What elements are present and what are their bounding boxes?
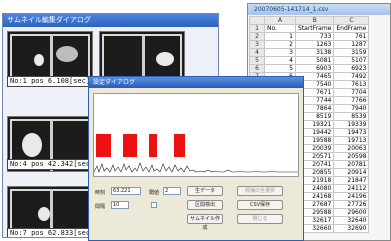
cell-c[interactable]: 5107	[333, 56, 370, 65]
column-header-a[interactable]: A	[264, 16, 296, 25]
cell-c[interactable]: 761	[333, 32, 370, 41]
header-row: 1 No. StartFrame EndFrame	[249, 24, 370, 33]
column-header-c[interactable]: C	[333, 16, 370, 25]
cell-b[interactable]: 1263	[294, 40, 335, 49]
mouse-silhouette	[22, 133, 42, 157]
row-number[interactable]: 1	[249, 24, 265, 33]
row-number[interactable]: 6	[249, 64, 265, 73]
corner-cell[interactable]	[249, 16, 265, 25]
cell-c[interactable]: EndFrame	[333, 24, 370, 33]
select-all-button[interactable]: 候補の全選択	[237, 186, 283, 196]
cell-c[interactable]: 6923	[333, 64, 370, 73]
row-number[interactable]: 5	[249, 56, 265, 65]
row-number[interactable]: 2	[249, 32, 265, 41]
interval-label: 間隔	[95, 204, 106, 210]
table-row: 3 2 1263 1287	[249, 40, 370, 49]
cell-a[interactable]: 1	[264, 32, 296, 41]
table-row: 2 1 733 761	[249, 32, 370, 41]
cell-c[interactable]: 7613	[333, 80, 370, 89]
cell-a[interactable]: 5	[264, 64, 296, 73]
csv-save-button[interactable]: CSV保存	[237, 200, 283, 210]
cell-a[interactable]: 3	[264, 48, 296, 57]
mouse-silhouette	[38, 207, 50, 221]
thumbnail-window-title: サムネイル編集ダイアログ	[3, 14, 218, 27]
cell-c[interactable]: 1287	[333, 40, 370, 49]
cell-c[interactable]: 32690	[333, 224, 370, 233]
cell-c[interactable]: 19473	[333, 128, 370, 137]
cell-c[interactable]: 7766	[333, 96, 370, 105]
close-button[interactable]: 閉じる	[237, 214, 283, 224]
waveform-plot	[93, 93, 299, 177]
thumbnail-caption-4: No:4 pos 42.342[sec]	[7, 159, 95, 170]
cell-c[interactable]: 7940	[333, 104, 370, 113]
row-number[interactable]: 3	[249, 40, 265, 49]
cell-a[interactable]: No.	[264, 24, 296, 33]
cell-c[interactable]: 20914	[333, 168, 370, 177]
cell-c[interactable]: 27726	[333, 200, 370, 209]
csv-window-title: 20070605-141714_1.csv	[248, 4, 390, 15]
cell-c[interactable]: 19713	[333, 136, 370, 145]
cell-c[interactable]: 20781	[333, 160, 370, 169]
option-checkbox[interactable]	[151, 202, 157, 208]
cell-b[interactable]: 6903	[294, 64, 335, 73]
thumbnail-caption-7: No:7 pos 62.833[sec]	[7, 228, 95, 237]
threshold-field[interactable]: 2	[163, 187, 181, 195]
cell-a[interactable]: 4	[264, 56, 296, 65]
cell-c[interactable]: 3159	[333, 48, 370, 57]
cell-c[interactable]: 7704	[333, 88, 370, 97]
row-number[interactable]: 4	[249, 48, 265, 57]
generate-button[interactable]: 生データ	[187, 186, 223, 196]
thumbnail-caption-1: No:1 pos 6.108[sec]	[7, 76, 95, 87]
dialog-title: 設定ダイアログ	[89, 77, 303, 88]
cell-c[interactable]: 29600	[333, 208, 370, 217]
table-row: 5 4 5081 5107	[249, 56, 370, 65]
time-field[interactable]: 63.221	[111, 187, 141, 195]
thumbnail-button[interactable]: サムネイル作成	[187, 214, 223, 231]
table-row: 4 3 3138 3159	[249, 48, 370, 57]
table-row: 6 5 6903 6923	[249, 64, 370, 73]
cell-b[interactable]: 5081	[294, 56, 335, 65]
cell-b[interactable]: 733	[294, 32, 335, 41]
column-header-b[interactable]: B	[294, 16, 335, 25]
cell-c[interactable]: 24196	[333, 192, 370, 201]
cell-b[interactable]: 3138	[294, 48, 335, 57]
mouse-silhouette	[34, 54, 44, 66]
cell-c[interactable]: 20598	[333, 152, 370, 161]
cell-c[interactable]: 21847	[333, 176, 370, 185]
cell-b[interactable]: StartFrame	[294, 24, 335, 33]
settings-dialog: 設定ダイアログ 時刻 63.221 閾値 2 間隔 10 生データ 候補の全選択…	[88, 76, 304, 241]
cell-c[interactable]: 19339	[333, 120, 370, 129]
detect-button[interactable]: 区間検出	[187, 200, 223, 210]
interval-field[interactable]: 10	[111, 201, 129, 209]
cell-c[interactable]: 8539	[333, 112, 370, 121]
threshold-label: 閾値	[149, 190, 160, 196]
cell-a[interactable]: 2	[264, 40, 296, 49]
mouse-silhouette	[156, 52, 174, 66]
cell-c[interactable]: 24112	[333, 184, 370, 193]
cell-c[interactable]: 7492	[333, 72, 370, 81]
activity-waveform	[94, 162, 298, 173]
column-header-row: ABC	[249, 16, 370, 25]
time-label: 時刻	[95, 190, 106, 196]
cell-c[interactable]: 20063	[333, 144, 370, 153]
cell-c[interactable]: 32640	[333, 216, 370, 225]
